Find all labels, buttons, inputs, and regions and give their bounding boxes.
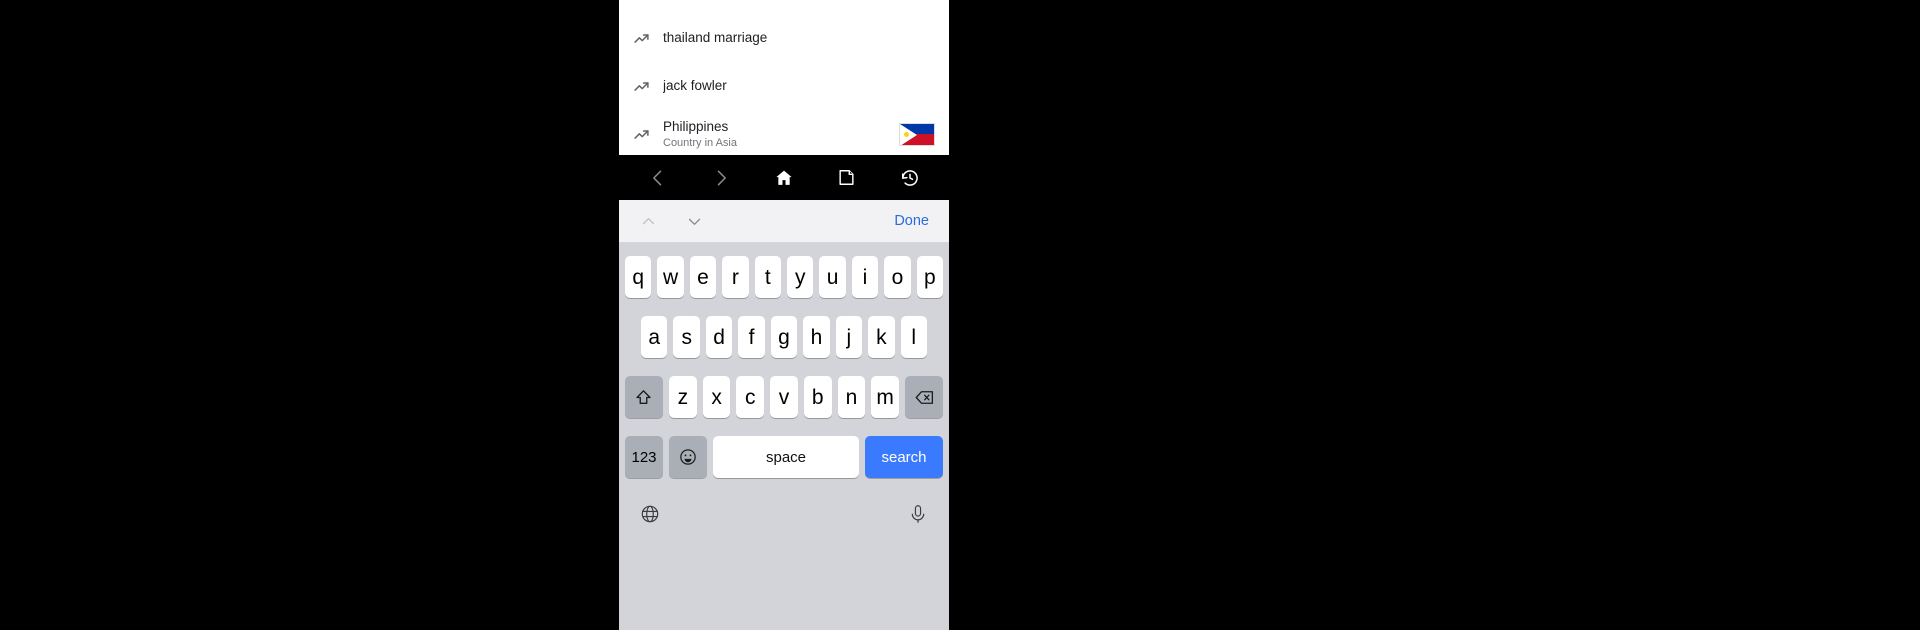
backspace-key[interactable] [905, 376, 944, 418]
key-u[interactable]: u [819, 256, 846, 298]
keyboard-row-2: a s d f g h j k l [619, 313, 949, 361]
key-q[interactable]: q [624, 256, 652, 298]
numbers-key[interactable]: 123 [625, 436, 663, 478]
key-a[interactable]: a [641, 316, 668, 358]
key-s[interactable]: s [673, 316, 700, 358]
key-c[interactable]: c [736, 376, 765, 418]
key-m[interactable]: m [871, 376, 900, 418]
suggestion-item[interactable]: thailand marriage [619, 14, 949, 62]
history-button[interactable] [888, 158, 932, 198]
key-p[interactable]: p [916, 256, 944, 298]
suggestion-subtitle: Country in Asia [663, 136, 737, 149]
suggestion-text-group: Philippines Country in Asia [663, 119, 891, 150]
philippines-flag-icon [899, 122, 935, 146]
home-icon [774, 168, 794, 188]
suggestion-title: jack fowler [663, 78, 727, 93]
next-field-button[interactable] [677, 204, 711, 238]
emoji-smiley-icon [678, 447, 698, 467]
suggestion-item[interactable]: jack fowler [619, 62, 949, 110]
key-v[interactable]: v [770, 376, 798, 418]
key-e[interactable]: e [689, 256, 717, 298]
chevron-up-icon [640, 213, 657, 230]
chevron-left-icon [648, 168, 668, 188]
key-g[interactable]: g [770, 316, 798, 358]
history-clock-icon [900, 168, 920, 188]
key-n[interactable]: n [837, 376, 866, 418]
keyboard-accessory-bar: Done [619, 200, 949, 243]
forward-button[interactable] [699, 158, 743, 198]
previous-field-button[interactable] [631, 204, 665, 238]
browser-toolbar [619, 155, 949, 200]
key-f[interactable]: f [738, 316, 765, 358]
tabs-button[interactable] [825, 158, 869, 198]
search-suggestions-panel[interactable]: hinduja family thailand marriage [619, 0, 949, 155]
suggestion-item[interactable]: hinduja family [619, 0, 949, 14]
key-l[interactable]: l [900, 316, 927, 358]
suggestion-title: Philippines [663, 118, 729, 134]
suggestion-text-group: thailand marriage [663, 30, 935, 46]
chevron-down-icon [686, 213, 703, 230]
key-x[interactable]: x [702, 376, 731, 418]
phone-viewport: hinduja family thailand marriage [619, 0, 949, 630]
home-button[interactable] [762, 158, 806, 198]
key-d[interactable]: d [705, 316, 733, 358]
emoji-key[interactable] [669, 436, 707, 478]
trending-up-icon [619, 30, 663, 47]
shift-arrow-icon [634, 388, 653, 407]
done-button[interactable]: Done [894, 214, 929, 229]
trending-up-icon [619, 126, 663, 143]
key-k[interactable]: k [868, 316, 895, 358]
screen: hinduja family thailand marriage [0, 0, 1920, 630]
suggestion-title: thailand marriage [663, 30, 768, 45]
key-y[interactable]: y [787, 256, 814, 298]
key-j[interactable]: j [835, 316, 863, 358]
key-r[interactable]: r [722, 256, 749, 298]
key-h[interactable]: h [803, 316, 830, 358]
keyboard-row-4: 123 space search [619, 433, 949, 481]
keyboard-row-3: z x c v b n m [619, 373, 949, 421]
suggestion-text-group: jack fowler [663, 78, 935, 94]
suggestion-item[interactable]: Philippines Country in Asia [619, 110, 949, 155]
trending-up-icon [619, 78, 663, 95]
keyboard-row-1: q w e r t y u i o p [619, 253, 949, 301]
search-key[interactable]: search [865, 436, 943, 478]
key-w[interactable]: w [657, 256, 684, 298]
key-i[interactable]: i [851, 256, 879, 298]
back-button[interactable] [636, 158, 680, 198]
shift-key[interactable] [624, 376, 663, 418]
backspace-icon [914, 387, 935, 408]
on-screen-keyboard: q w e r t y u i o p a s d f g h j k l z … [619, 243, 949, 630]
microphone-key[interactable] [907, 503, 929, 525]
space-key[interactable]: space [713, 436, 859, 478]
globe-key[interactable] [639, 503, 661, 525]
key-t[interactable]: t [754, 256, 781, 298]
keyboard-bottom-bar [619, 493, 949, 535]
key-b[interactable]: b [803, 376, 832, 418]
tab-page-icon [837, 168, 856, 187]
key-z[interactable]: z [668, 376, 697, 418]
chevron-right-icon [711, 168, 731, 188]
key-o[interactable]: o [884, 256, 911, 298]
